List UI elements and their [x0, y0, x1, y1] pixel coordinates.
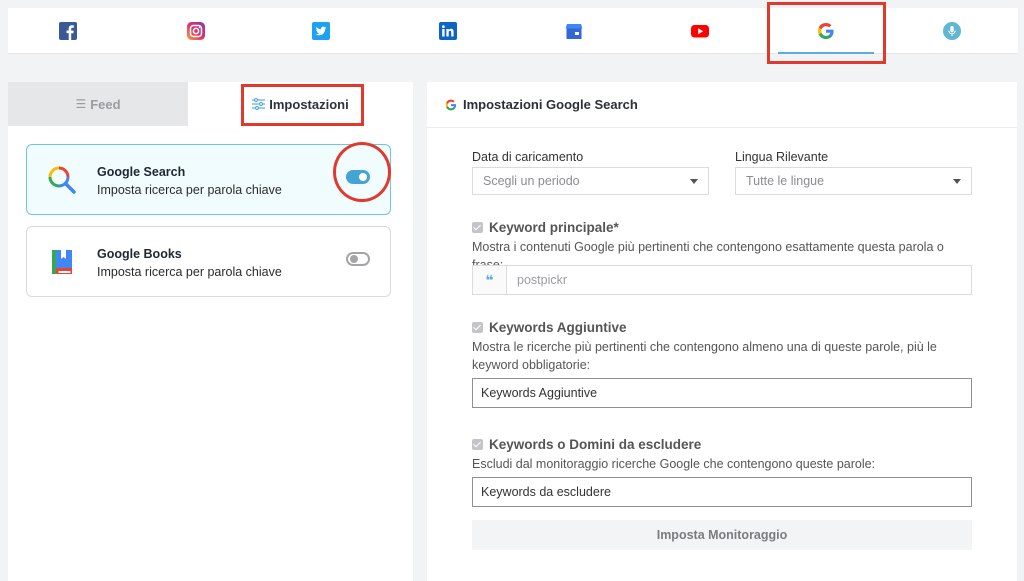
source-title: Google Books — [97, 247, 182, 261]
tab-podcast[interactable] — [892, 8, 1012, 54]
network-tab-bar — [8, 8, 1018, 54]
microphone-icon — [943, 22, 961, 40]
language-value: Tutte le lingue — [746, 174, 825, 188]
source-subtitle: Imposta ricerca per parola chiave — [97, 265, 282, 279]
tab-feed[interactable]: ☰ Feed — [8, 82, 188, 126]
upload-date-value: Scegli un periodo — [483, 174, 580, 188]
additional-keywords-input[interactable]: Keywords Aggiuntive — [472, 378, 972, 408]
caret-down-icon — [953, 179, 961, 184]
source-title: Google Search — [97, 165, 186, 179]
tab-instagram[interactable] — [136, 8, 256, 54]
list-icon: ☰ — [75, 97, 87, 111]
settings-panel: Impostazioni Google Search Data di caric… — [427, 82, 1017, 581]
main-keyword-title: Keyword principale* — [489, 220, 619, 235]
facebook-icon — [59, 22, 77, 40]
upload-date-select[interactable]: Scegli un periodo — [472, 167, 709, 195]
additional-keywords-heading: Keywords Aggiuntive — [472, 320, 627, 335]
main-keyword-heading: Keyword principale* — [472, 220, 619, 235]
exclude-input[interactable]: Keywords da escludere — [472, 477, 972, 507]
instagram-icon — [187, 22, 205, 40]
quote-icon: ❝ — [473, 266, 507, 294]
google-books-icon — [52, 250, 72, 274]
language-select[interactable]: Tutte le lingue — [735, 167, 972, 195]
language-label: Lingua Rilevante — [735, 150, 829, 164]
source-card-google-books[interactable]: Google Books Imposta ricerca per parola … — [26, 226, 391, 297]
toggle-knob — [359, 173, 367, 181]
panel-tabs: ☰ Feed Impostazioni — [8, 82, 413, 126]
main-keyword-value: postpickr — [517, 273, 568, 287]
sources-panel: ☰ Feed Impostazioni Google Search Impost… — [8, 82, 413, 581]
upload-date-label: Data di caricamento — [472, 150, 584, 164]
twitter-icon — [312, 22, 330, 40]
tab-settings-label: Impostazioni — [269, 96, 349, 112]
tab-linkedin[interactable] — [388, 8, 508, 54]
tab-feed-label: Feed — [90, 96, 121, 112]
exclude-heading: Keywords o Domini da escludere — [472, 437, 701, 452]
exclude-description: Escludi dal monitoraggio ricerche Google… — [472, 457, 876, 471]
exclude-checkbox[interactable] — [472, 439, 483, 450]
caret-down-icon — [690, 179, 698, 184]
main-keyword-checkbox[interactable] — [472, 222, 483, 233]
google-icon — [818, 23, 834, 39]
settings-header: Impostazioni Google Search — [427, 82, 1017, 128]
tab-facebook[interactable] — [8, 8, 128, 54]
linkedin-icon — [439, 22, 457, 40]
tab-google[interactable] — [766, 8, 886, 54]
set-monitoring-button[interactable]: Imposta Monitoraggio — [472, 520, 972, 550]
additional-keywords-description: Mostra le ricerche più pertinenti che co… — [472, 340, 937, 372]
main-keyword-input[interactable]: ❝ postpickr — [472, 265, 972, 295]
google-icon — [445, 99, 457, 110]
source-subtitle: Imposta ricerca per parola chiave — [97, 183, 282, 197]
sliders-icon — [252, 98, 266, 110]
tab-settings[interactable]: Impostazioni — [188, 82, 413, 126]
toggle-knob — [350, 255, 358, 263]
tab-twitter[interactable] — [261, 8, 381, 54]
store-icon — [565, 24, 583, 39]
youtube-icon — [691, 25, 709, 38]
google-search-icon — [48, 166, 76, 194]
source-card-google-search[interactable]: Google Search Imposta ricerca per parola… — [26, 144, 391, 215]
exclude-placeholder: Keywords da escludere — [481, 485, 611, 499]
tab-youtube[interactable] — [640, 8, 760, 54]
exclude-title: Keywords o Domini da escludere — [489, 437, 702, 452]
google-books-toggle[interactable] — [346, 252, 370, 266]
additional-keywords-title: Keywords Aggiuntive — [489, 320, 627, 335]
google-search-toggle[interactable] — [346, 170, 370, 184]
additional-keywords-checkbox[interactable] — [472, 322, 483, 333]
settings-title: Impostazioni Google Search — [463, 97, 638, 112]
additional-keywords-placeholder: Keywords Aggiuntive — [481, 386, 598, 400]
tab-google-my-business[interactable] — [514, 8, 634, 54]
